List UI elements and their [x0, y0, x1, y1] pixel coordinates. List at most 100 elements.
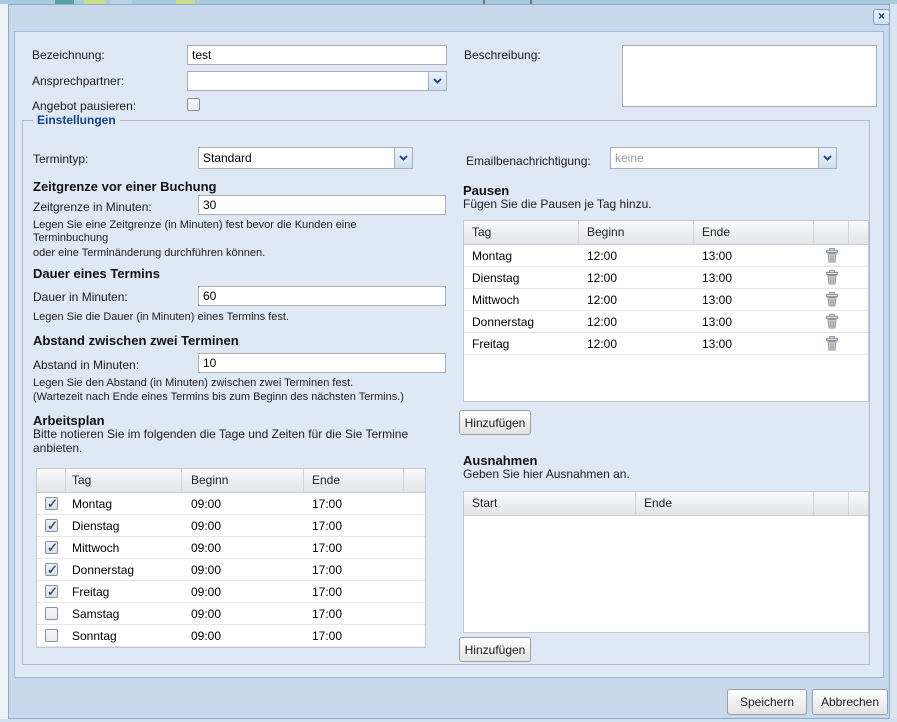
abstand-help-1: Legen Sie den Abstand (in Minuten) zwisc… [33, 377, 503, 390]
delete-pause-icon[interactable] [825, 314, 839, 329]
zeitgrenze-help-2: oder eine Terminänderung durchführen kön… [33, 247, 503, 260]
day-checkbox[interactable] [45, 629, 58, 642]
day-cell: Donnerstag [66, 563, 182, 577]
termintyp-select[interactable]: Standard [198, 147, 413, 169]
day-cell: Dienstag [464, 271, 579, 285]
settings-dialog-window: × Bezeichnung: Ansprechpartner: Angebot … [8, 4, 890, 719]
end-cell[interactable]: 13:00 [694, 293, 814, 307]
begin-cell[interactable]: 09:00 [182, 629, 304, 643]
pausen-description: Fügen Sie die Pausen je Tag hinzu. [463, 198, 652, 211]
chevron-down-icon[interactable] [394, 148, 412, 168]
end-cell[interactable]: 13:00 [694, 271, 814, 285]
end-cell[interactable]: 17:00 [304, 541, 404, 555]
termintyp-value: Standard [199, 148, 394, 168]
end-cell[interactable]: 17:00 [304, 607, 404, 621]
zeitgrenze-input[interactable] [198, 195, 446, 215]
day-checkbox[interactable] [45, 541, 58, 554]
day-cell: Montag [66, 497, 182, 511]
ausnahmen-table: Start Ende [463, 491, 869, 633]
day-checkbox[interactable] [45, 563, 58, 576]
table-row: Montag 09:00 17:00 [37, 493, 425, 515]
arbeitsplan-description: Bitte notieren Sie im folgenden die Tage… [33, 427, 443, 455]
beschreibung-label: Beschreibung: [464, 47, 541, 63]
column-header-beginn[interactable]: Beginn [182, 469, 304, 492]
chevron-down-icon[interactable] [428, 72, 446, 90]
column-header-tag[interactable]: Tag [66, 469, 182, 492]
abbrechen-button[interactable]: Abbrechen [812, 689, 888, 715]
column-header-beginn[interactable]: Beginn [579, 221, 694, 244]
delete-pause-icon[interactable] [825, 336, 839, 351]
arbeitsplan-table-header: Tag Beginn Ende [37, 469, 425, 493]
emailbenachrichtigung-label: Emailbenachrichtigung: [466, 153, 591, 169]
abstand-input[interactable] [198, 353, 446, 373]
end-cell[interactable]: 17:00 [304, 629, 404, 643]
column-header-ende[interactable]: Ende [304, 469, 404, 492]
begin-cell[interactable]: 12:00 [579, 315, 694, 329]
dauer-heading: Dauer eines Termins [33, 266, 160, 281]
delete-pause-icon[interactable] [825, 270, 839, 285]
dauer-help: Legen Sie die Dauer (in Minuten) eines T… [33, 311, 503, 324]
emailbenachrichtigung-value: keine [611, 148, 818, 168]
delete-pause-icon[interactable] [825, 292, 839, 307]
table-row: Mittwoch 12:00 13:00 [464, 289, 868, 311]
day-checkbox[interactable] [45, 497, 58, 510]
begin-cell[interactable]: 09:00 [182, 541, 304, 555]
end-cell[interactable]: 17:00 [304, 563, 404, 577]
zeitgrenze-label: Zeitgrenze in Minuten: [33, 199, 152, 215]
close-icon[interactable]: × [873, 9, 890, 25]
begin-cell[interactable]: 09:00 [182, 497, 304, 511]
end-cell[interactable]: 17:00 [304, 497, 404, 511]
chevron-down-icon[interactable] [818, 148, 836, 168]
dialog-body: Bezeichnung: Ansprechpartner: Angebot pa… [14, 31, 884, 678]
end-cell[interactable]: 13:00 [694, 315, 814, 329]
ansprechpartner-select[interactable] [187, 71, 447, 91]
pausen-hinzufuegen-button[interactable]: Hinzufügen [459, 410, 531, 435]
abstand-label: Abstand in Minuten: [33, 357, 139, 373]
begin-cell[interactable]: 09:00 [182, 585, 304, 599]
day-checkbox[interactable] [45, 585, 58, 598]
column-header-ende[interactable]: Ende [694, 221, 814, 244]
begin-cell[interactable]: 09:00 [182, 607, 304, 621]
pausen-table: Tag Beginn Ende Montag 12:00 13:00 Diens… [463, 220, 869, 402]
begin-cell[interactable]: 12:00 [579, 337, 694, 351]
day-checkbox[interactable] [45, 607, 58, 620]
begin-cell[interactable]: 12:00 [579, 249, 694, 263]
bezeichnung-input[interactable] [187, 45, 447, 65]
ausnahmen-table-header: Start Ende [464, 492, 868, 516]
table-row: Samstag 09:00 17:00 [37, 603, 425, 625]
dauer-input[interactable] [198, 286, 446, 306]
day-cell: Mittwoch [66, 541, 182, 555]
ausnahmen-heading: Ausnahmen [463, 453, 537, 468]
day-cell: Sonntag [66, 629, 182, 643]
angebot-pausieren-checkbox[interactable] [187, 98, 200, 111]
delete-pause-icon[interactable] [825, 248, 839, 263]
end-cell[interactable]: 17:00 [304, 585, 404, 599]
arbeitsplan-heading: Arbeitsplan [33, 413, 105, 428]
column-header-ende[interactable]: Ende [636, 492, 814, 515]
end-cell[interactable]: 17:00 [304, 519, 404, 533]
begin-cell[interactable]: 09:00 [182, 519, 304, 533]
dauer-label: Dauer in Minuten: [33, 289, 128, 305]
column-header-tag[interactable]: Tag [464, 221, 579, 244]
day-cell: Freitag [464, 337, 579, 351]
abstand-help-2: (Wartezeit nach Ende eines Termins bis z… [33, 391, 503, 404]
table-row: Dienstag 09:00 17:00 [37, 515, 425, 537]
begin-cell[interactable]: 09:00 [182, 563, 304, 577]
einstellungen-fieldset: Einstellungen Termintyp: Standard Emailb… [22, 120, 870, 665]
begin-cell[interactable]: 12:00 [579, 271, 694, 285]
zeitgrenze-heading: Zeitgrenze vor einer Buchung [33, 179, 216, 194]
emailbenachrichtigung-select[interactable]: keine [610, 147, 837, 169]
ausnahmen-hinzufuegen-button[interactable]: Hinzufügen [459, 637, 531, 662]
day-checkbox[interactable] [45, 519, 58, 532]
day-cell: Donnerstag [464, 315, 579, 329]
end-cell[interactable]: 13:00 [694, 337, 814, 351]
speichern-button[interactable]: Speichern [727, 689, 807, 715]
beschreibung-textarea[interactable] [622, 45, 877, 107]
day-cell: Dienstag [66, 519, 182, 533]
table-row: Dienstag 12:00 13:00 [464, 267, 868, 289]
pausen-table-header: Tag Beginn Ende [464, 221, 868, 245]
begin-cell[interactable]: 12:00 [579, 293, 694, 307]
angebot-pausieren-label: Angebot pausieren: [32, 98, 136, 114]
end-cell[interactable]: 13:00 [694, 249, 814, 263]
column-header-start[interactable]: Start [464, 492, 636, 515]
